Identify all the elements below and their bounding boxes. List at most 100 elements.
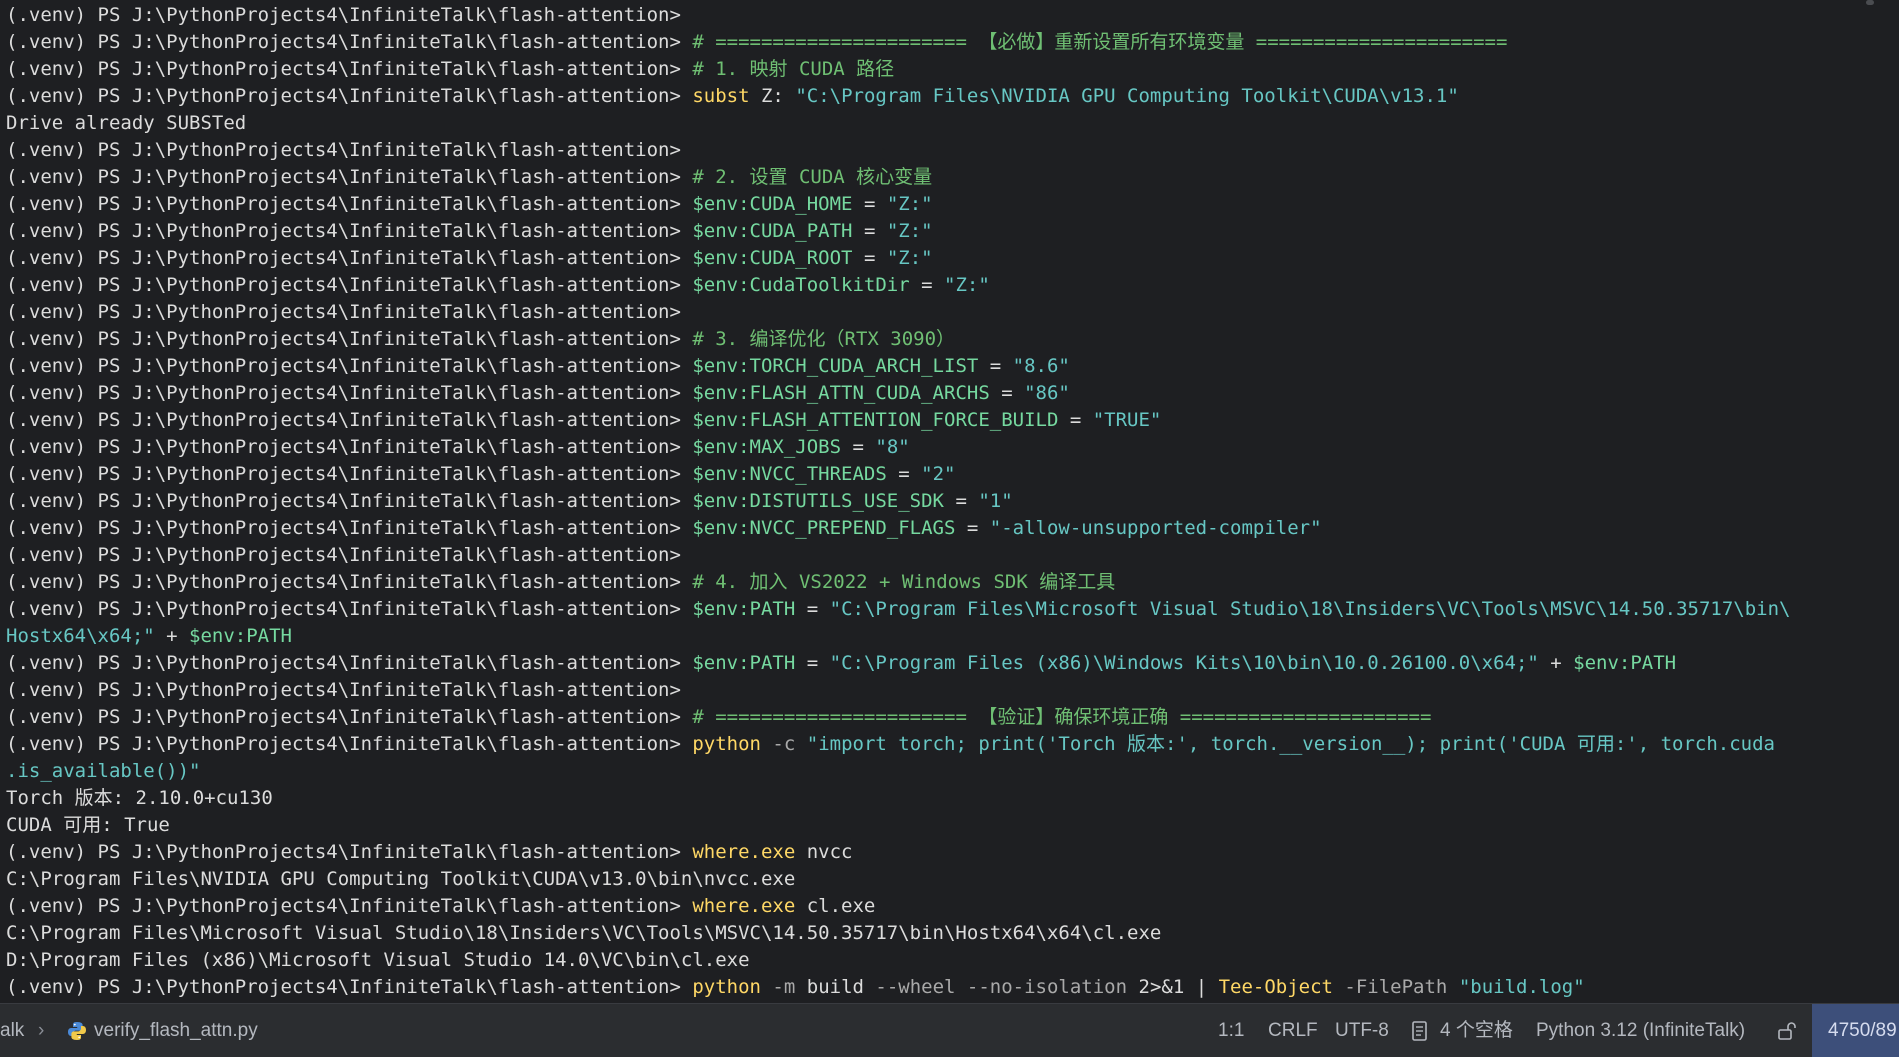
terminal-line: (.venv) PS J:\PythonProjects4\InfiniteTa… — [6, 704, 1431, 731]
shell-prompt: (.venv) PS J:\PythonProjects4\InfiniteTa… — [6, 598, 693, 620]
shell-prompt: (.venv) PS J:\PythonProjects4\InfiniteTa… — [6, 31, 693, 53]
terminal-line: Drive already SUBSTed — [6, 110, 246, 137]
terminal-text: # ====================== 【验证】确保环境正确 ====… — [692, 706, 1432, 728]
terminal-line: C:\Program Files\NVIDIA GPU Computing To… — [6, 866, 795, 893]
terminal-line: Hostx64\x64;" + $env:PATH — [6, 623, 292, 650]
terminal-text: "build.log" — [1458, 976, 1585, 998]
terminal-text: "2" — [921, 463, 956, 485]
terminal-text: $env:CUDA_HOME — [692, 193, 853, 215]
terminal-text: $env:CudaToolkitDir — [692, 274, 910, 296]
shell-prompt: (.venv) PS J:\PythonProjects4\InfiniteTa… — [6, 166, 693, 188]
shell-prompt: (.venv) PS J:\PythonProjects4\InfiniteTa… — [6, 841, 693, 863]
terminal-text: "import torch; print('Torch 版本:', torch.… — [806, 733, 1775, 755]
indent-setting[interactable]: 4 个空格 — [1440, 1004, 1513, 1057]
terminal-text: = — [841, 436, 876, 458]
terminal-output[interactable]: (.venv) PS J:\PythonProjects4\InfiniteTa… — [0, 0, 1878, 1003]
terminal-text: = — [955, 517, 990, 539]
line-separator[interactable]: CRLF — [1268, 1004, 1318, 1057]
terminal-text: -m — [760, 976, 807, 998]
shell-prompt: (.venv) PS J:\PythonProjects4\InfiniteTa… — [6, 517, 693, 539]
terminal-line: (.venv) PS J:\PythonProjects4\InfiniteTa… — [6, 677, 692, 704]
terminal-text: $env:MAX_JOBS — [692, 436, 842, 458]
shell-prompt: (.venv) PS J:\PythonProjects4\InfiniteTa… — [6, 58, 693, 80]
terminal-text: $env:PATH — [1573, 652, 1677, 674]
terminal-text: = — [944, 490, 979, 512]
terminal-text: = — [795, 598, 830, 620]
python-icon — [66, 1004, 88, 1057]
terminal-line: (.venv) PS J:\PythonProjects4\InfiniteTa… — [6, 2, 692, 29]
terminal-line: (.venv) PS J:\PythonProjects4\InfiniteTa… — [6, 893, 875, 920]
terminal-line: CUDA 可用: True — [6, 812, 170, 839]
shell-prompt: (.venv) PS J:\PythonProjects4\InfiniteTa… — [6, 544, 693, 566]
terminal-line: (.venv) PS J:\PythonProjects4\InfiniteTa… — [6, 596, 1791, 623]
unlock-icon[interactable] — [1776, 1004, 1798, 1057]
shell-prompt: (.venv) PS J:\PythonProjects4\InfiniteTa… — [6, 679, 693, 701]
shell-prompt: (.venv) PS J:\PythonProjects4\InfiniteTa… — [6, 328, 693, 350]
terminal-text: Drive already SUBSTed — [6, 112, 247, 134]
terminal-line: (.venv) PS J:\PythonProjects4\InfiniteTa… — [6, 56, 894, 83]
breadcrumb-project[interactable]: alk — [0, 1004, 24, 1057]
terminal-text: nvcc — [795, 841, 853, 863]
terminal-text: # 2. 设置 CUDA 核心变量 — [692, 166, 933, 188]
terminal-text: $env:PATH — [189, 625, 292, 647]
terminal-line: (.venv) PS J:\PythonProjects4\InfiniteTa… — [6, 326, 955, 353]
terminal-line: .is_available())" — [6, 758, 200, 785]
terminal-text: $env:CUDA_ROOT — [692, 247, 853, 269]
terminal-line: (.venv) PS J:\PythonProjects4\InfiniteTa… — [6, 380, 1070, 407]
terminal-text: C:\Program Files\Microsoft Visual Studio… — [6, 922, 1162, 944]
terminal-scrollbar[interactable] — [1878, 0, 1899, 1003]
terminal-line: (.venv) PS J:\PythonProjects4\InfiniteTa… — [6, 569, 1115, 596]
terminal-line: (.venv) PS J:\PythonProjects4\InfiniteTa… — [6, 542, 692, 569]
terminal-text: "1" — [978, 490, 1013, 512]
terminal-line: (.venv) PS J:\PythonProjects4\InfiniteTa… — [6, 29, 1507, 56]
shell-prompt: (.venv) PS J:\PythonProjects4\InfiniteTa… — [6, 706, 693, 728]
shell-prompt: (.venv) PS J:\PythonProjects4\InfiniteTa… — [6, 490, 693, 512]
terminal-text: "8.6" — [1012, 355, 1070, 377]
terminal-text: "Z:" — [886, 220, 933, 242]
terminal-text: = — [989, 382, 1025, 404]
shell-prompt: (.venv) PS J:\PythonProjects4\InfiniteTa… — [6, 4, 693, 26]
terminal-text: $env:CUDA_PATH — [692, 220, 853, 242]
memory-indicator[interactable]: 4750/89 — [1812, 1004, 1899, 1057]
terminal-line: (.venv) PS J:\PythonProjects4\InfiniteTa… — [6, 488, 1013, 515]
terminal-line: (.venv) PS J:\PythonProjects4\InfiniteTa… — [6, 515, 1322, 542]
shell-prompt: (.venv) PS J:\PythonProjects4\InfiniteTa… — [6, 85, 693, 107]
cursor-position[interactable]: 1:1 — [1218, 1004, 1244, 1057]
python-interpreter[interactable]: Python 3.12 (InfiniteTalk) — [1536, 1004, 1745, 1057]
terminal-text: + — [1538, 652, 1574, 674]
terminal-line: (.venv) PS J:\PythonProjects4\InfiniteTa… — [6, 137, 692, 164]
terminal-line: D:\Program Files (x86)\Microsoft Visual … — [6, 947, 750, 974]
terminal-text: 2>&1 — [1138, 976, 1196, 998]
terminal-text: "TRUE" — [1092, 409, 1162, 431]
terminal-text: python — [692, 976, 761, 998]
shell-prompt: (.venv) PS J:\PythonProjects4\InfiniteTa… — [6, 436, 693, 458]
terminal-text: = — [852, 247, 887, 269]
file-breadcrumb[interactable]: verify_flash_attn.py — [94, 1004, 258, 1057]
terminal-text: D:\Program Files (x86)\Microsoft Visual … — [6, 949, 750, 971]
terminal-text: python — [692, 733, 761, 755]
terminal-text: Tee-Object — [1218, 976, 1333, 998]
terminal-text: $env:PATH — [692, 652, 796, 674]
terminal-text: where.exe — [692, 841, 796, 863]
shell-prompt: (.venv) PS J:\PythonProjects4\InfiniteTa… — [6, 139, 693, 161]
terminal-text: C:\Program Files\NVIDIA GPU Computing To… — [6, 868, 796, 890]
terminal-text: CUDA 可用: True — [6, 814, 170, 836]
terminal-text: $env:NVCC_PREPEND_FLAGS — [692, 517, 956, 539]
terminal-text: Z: — [749, 85, 796, 107]
terminal-text: "-allow-unsupported-compiler" — [989, 517, 1322, 539]
file-encoding[interactable]: UTF-8 — [1335, 1004, 1389, 1057]
scrollbar-thumb[interactable] — [1866, 0, 1874, 5]
terminal-text: "C:\Program Files\NVIDIA GPU Computing T… — [795, 85, 1459, 107]
terminal-line: (.venv) PS J:\PythonProjects4\InfiniteTa… — [6, 731, 1775, 758]
terminal-text: .is_available())" — [6, 760, 201, 782]
shell-prompt: (.venv) PS J:\PythonProjects4\InfiniteTa… — [6, 247, 693, 269]
terminal-line: (.venv) PS J:\PythonProjects4\InfiniteTa… — [6, 650, 1676, 677]
terminal-text: # 3. 编译优化（RTX 3090） — [692, 328, 956, 350]
terminal-text: = — [1058, 409, 1093, 431]
terminal-text: -c — [760, 733, 807, 755]
terminal-text: = — [909, 274, 945, 296]
terminal-text: "C:\Program Files\Microsoft Visual Studi… — [829, 598, 1791, 620]
terminal-text: = — [795, 652, 830, 674]
terminal-line: (.venv) PS J:\PythonProjects4\InfiniteTa… — [6, 245, 933, 272]
document-icon — [1410, 1004, 1430, 1057]
